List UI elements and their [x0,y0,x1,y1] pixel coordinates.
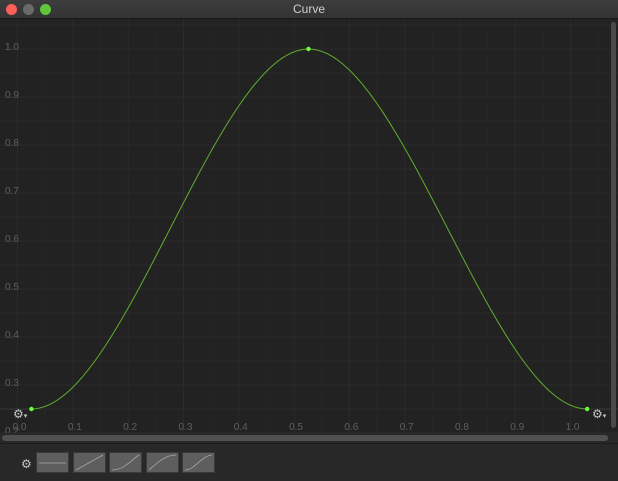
x-tick-label: 0.3 [179,422,193,433]
curve-chart[interactable]: 1.00.90.80.70.60.50.40.30.20.0 0.1 0.2 0.3 0… [0,19,618,433]
x-tick-label: 0.6 [344,422,358,433]
curve-plot[interactable]: 1.0 0.9 0.8 0.7 0.6 0.5 0.4 0.3 0.2 0.0 0.1 0.2 0.3 0… [0,19,618,433]
window-title: Curve [292,2,325,16]
y-tick-label: 1.0 [5,42,19,53]
x-tick-label: 0.9 [510,422,524,433]
preset-linear[interactable] [72,452,106,473]
preset-ease-out[interactable] [145,452,179,473]
preset-ease-in-out[interactable] [182,452,215,473]
presets-bar: ⚙ [0,443,618,481]
curve-line[interactable] [31,48,588,410]
left-wrap-mode-gear-icon[interactable]: ⚙▾ [13,408,27,423]
keyframe-point[interactable] [29,406,34,412]
y-tick-label: 0.3 [5,378,19,389]
y-tick-label: 0.6 [5,234,19,245]
preset-constant-icon [39,462,66,464]
y-tick-label: 0.8 [5,138,19,149]
x-tick-label: 0.0 [13,422,27,433]
y-tick-label: 0.4 [5,330,19,341]
preset-ease-in[interactable] [109,452,142,473]
keyframe-point[interactable] [584,406,590,412]
preset-ease-in-out-icon [184,454,213,471]
preset-constant[interactable] [36,452,69,473]
preset-ease-out-icon [148,454,176,471]
presets-gear-icon[interactable]: ⚙ [21,458,32,470]
preset-linear-icon [75,454,103,471]
x-tick-label: 0.2 [123,422,137,433]
vertical-scrollbar[interactable] [611,22,616,428]
y-tick-label: 0.7 [5,186,19,197]
x-tick-label: 0.8 [455,422,469,433]
right-wrap-mode-gear-icon[interactable]: ⚙▾ [592,408,606,423]
x-tick-label: 0.1 [68,422,82,433]
horizontal-scrollbar[interactable] [2,435,608,441]
x-tick-label: 1.0 [566,422,580,433]
title-bar: Curve [0,0,618,19]
keyframe-point[interactable] [306,46,311,52]
y-tick-label: 0.9 [5,90,19,101]
x-tick-label: 0.4 [234,422,248,433]
x-tick-label: 0.7 [400,422,414,433]
y-tick-label: 0.5 [5,282,19,293]
preset-ease-in-icon [111,454,140,471]
x-tick-label: 0.5 [289,422,303,433]
